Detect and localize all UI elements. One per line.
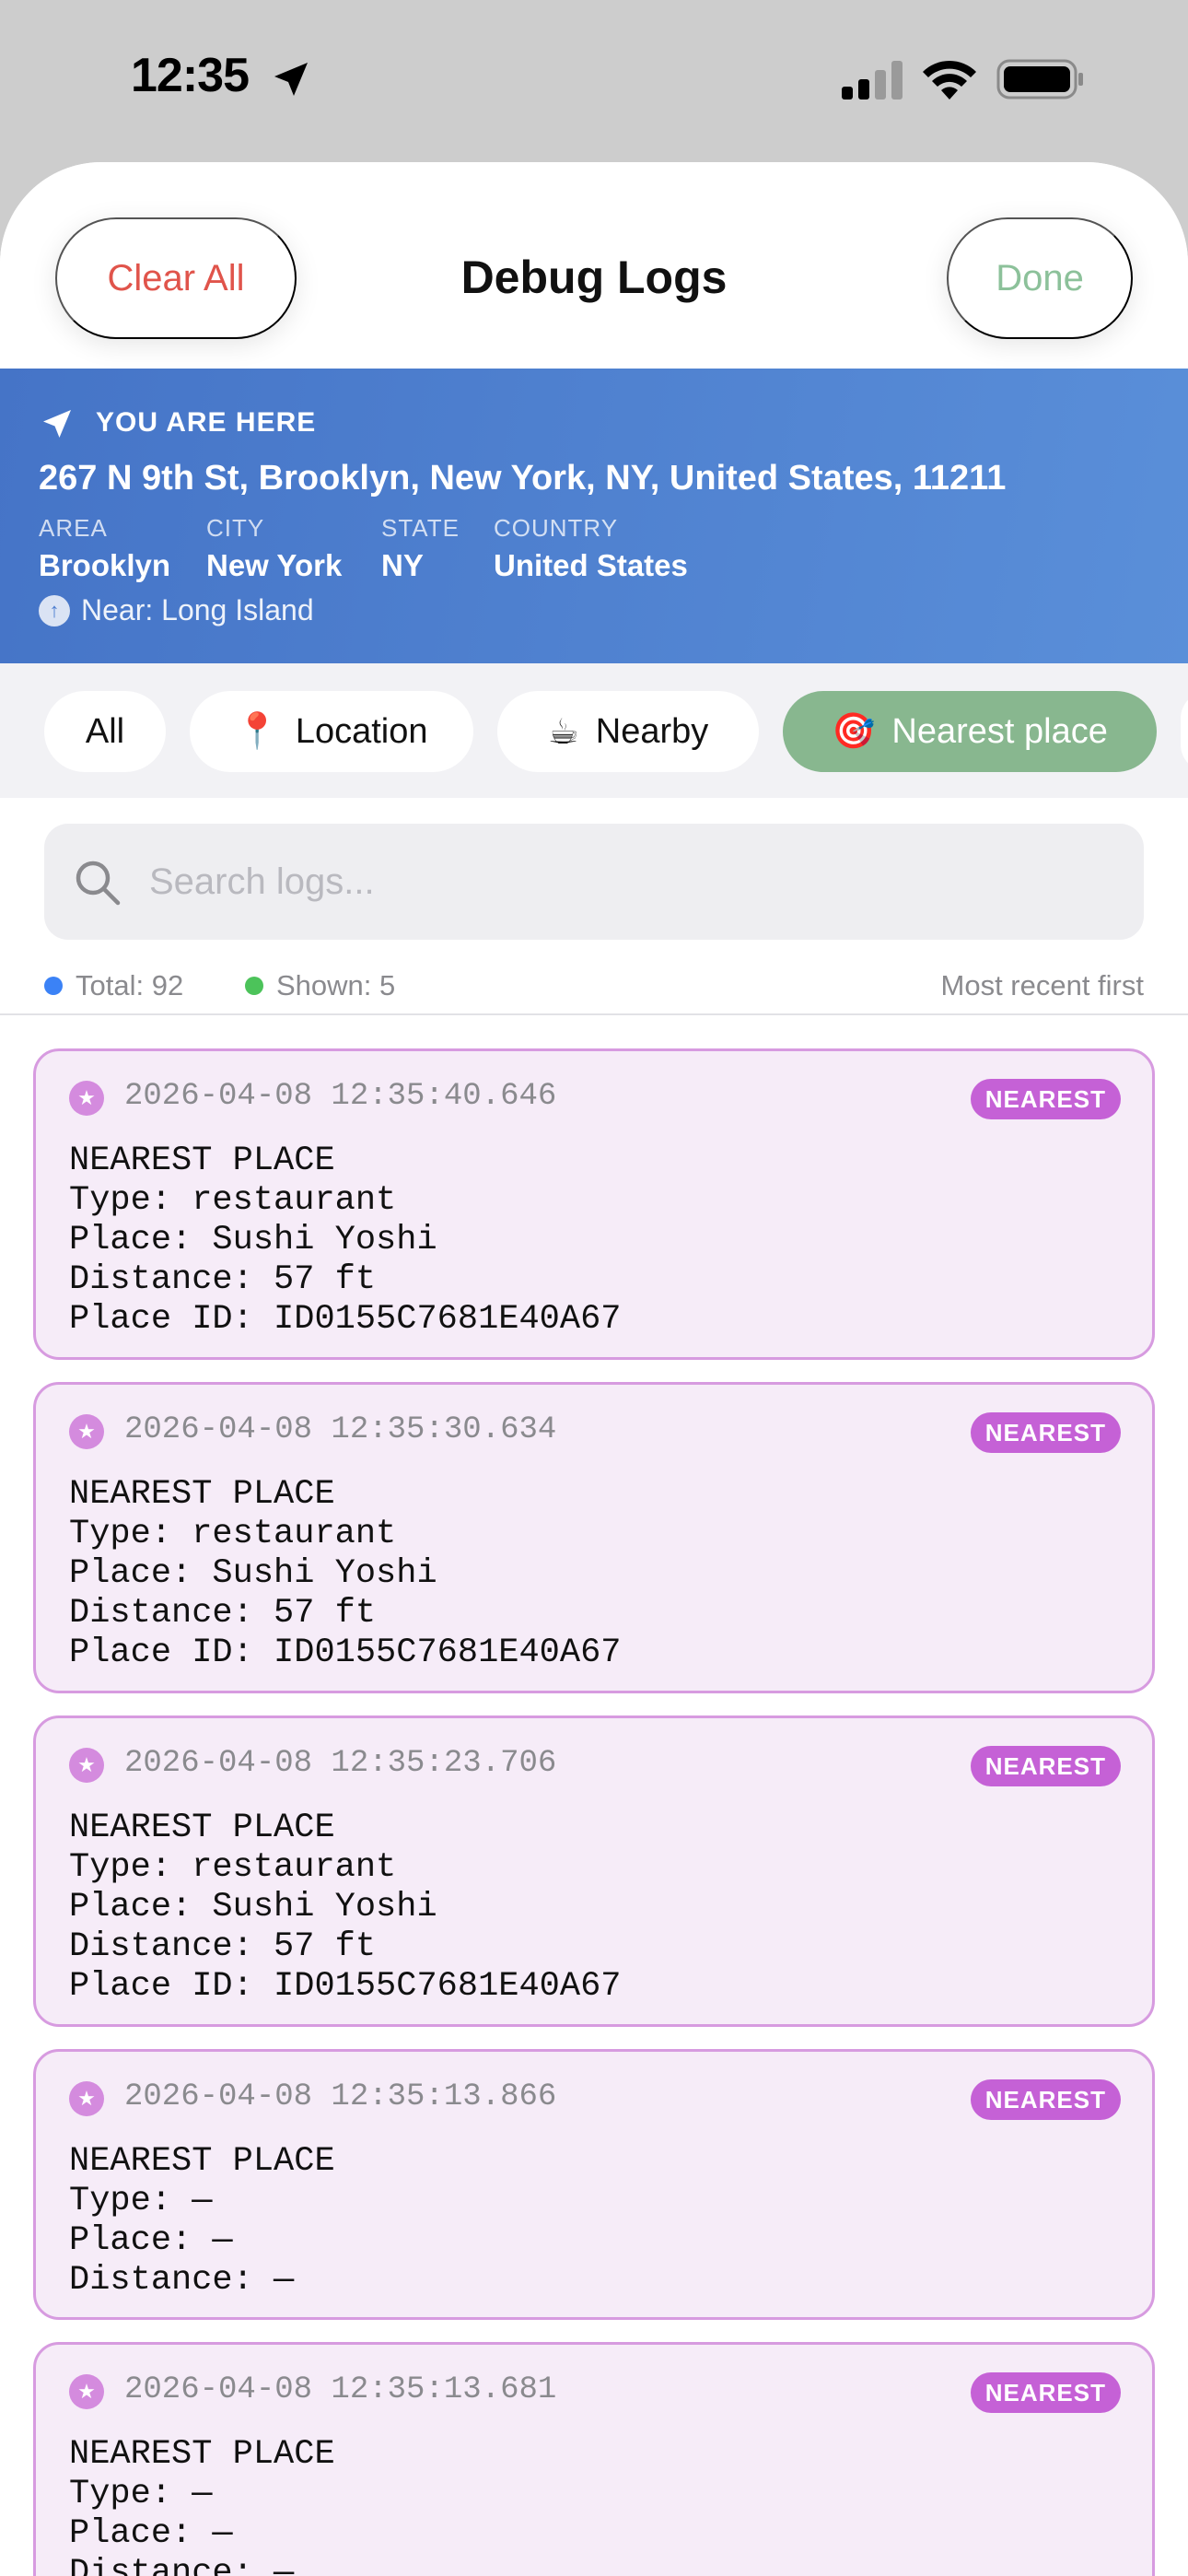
search-icon [76, 861, 121, 906]
log-entry[interactable]: ★ 2026-04-08 12:35:13.681 NEAREST NEARES… [33, 2342, 1155, 2576]
log-line: Distance: — [69, 2261, 295, 2300]
log-message: NEAREST PLACE Type: restaurant Place: Sush… [69, 1475, 622, 1673]
log-line: Distance: 57 ft [69, 1260, 377, 1299]
state-value: NY [381, 548, 424, 582]
total-dot-icon [44, 977, 63, 995]
log-line: Type: — [69, 2182, 213, 2220]
sheet-header: Clear All Debug Logs Done [0, 162, 1188, 369]
log-line: Type: restaurant [69, 1181, 397, 1220]
filter-chip-label: All [85, 711, 125, 751]
state-field: STATE NY [381, 514, 460, 583]
log-line: Type: restaurant [69, 1515, 397, 1553]
log-line: Distance: 57 ft [69, 1927, 377, 1966]
location-banner: YOU ARE HERE 267 N 9th St, Brooklyn, New… [0, 369, 1188, 663]
city-field: CITY New York [206, 514, 342, 583]
star-icon: ★ [69, 1414, 104, 1449]
log-line: Place: — [69, 2514, 233, 2553]
star-icon: ★ [69, 1081, 104, 1116]
log-line: Place ID: ID0155C7681E40A67 [69, 1633, 622, 1672]
search-input[interactable] [149, 824, 1116, 940]
filter-chip-all[interactable]: All [44, 691, 166, 772]
total-count: Total: 92 [76, 969, 184, 1001]
log-type-badge: NEAREST [970, 2372, 1121, 2413]
log-line: NEAREST PLACE [69, 1809, 335, 1847]
divider [0, 1013, 1188, 1015]
filter-chip-more[interactable] [1181, 691, 1188, 772]
log-timestamp: 2026-04-08 12:35:13.681 [124, 2372, 557, 2407]
city-key: CITY [206, 514, 265, 542]
shown-count: Shown: 5 [276, 969, 396, 1001]
search-field[interactable] [44, 824, 1144, 940]
filter-bar: All 📍 Location ☕ Nearby 🎯 Nearest place [0, 663, 1188, 798]
log-line: NEAREST PLACE [69, 2142, 335, 2181]
location-arrow-icon [43, 410, 71, 438]
star-icon: ★ [69, 1748, 104, 1783]
log-line: Place: — [69, 2221, 233, 2260]
country-value: United States [494, 548, 688, 582]
filter-chip-label: Location [295, 711, 428, 751]
log-line: Place: Sushi Yoshi [69, 1888, 437, 1926]
near-landmark: Near: Long Island [81, 593, 314, 626]
country-key: COUNTRY [494, 514, 619, 542]
filter-chip-nearby[interactable]: ☕ Nearby [497, 691, 759, 772]
log-message: NEAREST PLACE Type: restaurant Place: Sush… [69, 1809, 622, 2007]
log-type-badge: NEAREST [970, 2079, 1121, 2120]
battery-icon [996, 59, 1083, 100]
shown-dot-icon [245, 977, 263, 995]
log-timestamp: 2026-04-08 12:35:40.646 [124, 1079, 557, 1114]
debug-logs-sheet: Clear All Debug Logs Done YOU ARE HERE 2… [0, 162, 1188, 2576]
pin-icon: 📍 [235, 712, 279, 751]
log-line: Distance: 57 ft [69, 1594, 377, 1633]
log-entry[interactable]: ★ 2026-04-08 12:35:13.866 NEAREST NEARES… [33, 2049, 1155, 2320]
log-message: NEAREST PLACE Type: — Place: — Distance: — [69, 2142, 335, 2301]
you-are-here-label: YOU ARE HERE [96, 407, 317, 438]
target-icon: 🎯 [832, 712, 876, 751]
status-bar: 12:35 [0, 0, 1188, 157]
area-value: Brooklyn [39, 548, 171, 582]
info-icon: ↑ [39, 595, 70, 626]
star-icon: ★ [69, 2374, 104, 2409]
coffee-icon: ☕ [547, 712, 579, 752]
log-timestamp: 2026-04-08 12:35:23.706 [124, 1746, 557, 1781]
log-line: Distance: — [69, 2554, 295, 2576]
log-line: NEAREST PLACE [69, 1142, 335, 1180]
log-line: NEAREST PLACE [69, 2435, 335, 2474]
log-line: NEAREST PLACE [69, 1475, 335, 1514]
filter-chip-nearest-place[interactable]: 🎯 Nearest place [783, 691, 1157, 772]
sort-order-label: Most recent first [940, 969, 1145, 1001]
log-type-badge: NEAREST [970, 1746, 1121, 1786]
current-address: 267 N 9th St, Brooklyn, New York, NY, Un… [39, 459, 1007, 498]
location-arrow-icon [274, 63, 308, 96]
country-field: COUNTRY United States [494, 514, 688, 583]
log-timestamp: 2026-04-08 12:35:30.634 [124, 1412, 557, 1447]
log-line: Place ID: ID0155C7681E40A67 [69, 1967, 622, 2006]
filter-chip-location[interactable]: 📍 Location [190, 691, 473, 772]
state-key: STATE [381, 514, 460, 542]
star-icon: ★ [69, 2081, 104, 2116]
filter-chip-label: Nearby [595, 711, 709, 751]
area-field: AREA Brooklyn [39, 514, 170, 583]
log-entry[interactable]: ★ 2026-04-08 12:35:23.706 NEAREST NEARES… [33, 1715, 1155, 2027]
status-time: 12:35 [131, 49, 250, 102]
log-timestamp: 2026-04-08 12:35:13.866 [124, 2079, 557, 2114]
log-line: Place ID: ID0155C7681E40A67 [69, 1300, 622, 1339]
log-entry[interactable]: ★ 2026-04-08 12:35:30.634 NEAREST NEARES… [33, 1382, 1155, 1693]
wifi-icon [923, 60, 976, 100]
log-type-badge: NEAREST [970, 1079, 1121, 1119]
log-entry[interactable]: ★ 2026-04-08 12:35:40.646 NEAREST NEARES… [33, 1048, 1155, 1360]
done-button[interactable]: Done [947, 217, 1133, 339]
filter-chip-label: Nearest place [891, 711, 1108, 751]
log-message: NEAREST PLACE Type: restaurant Place: Sush… [69, 1142, 622, 1340]
log-line: Type: restaurant [69, 1848, 397, 1887]
log-line: Place: Sushi Yoshi [69, 1221, 437, 1259]
cellular-signal-icon [842, 61, 903, 100]
stats-row: Total: 92 Shown: 5 Most recent first [0, 962, 1188, 1017]
log-type-badge: NEAREST [970, 1412, 1121, 1453]
city-value: New York [206, 548, 343, 582]
log-message: NEAREST PLACE Type: — Place: — Distance: — [69, 2435, 335, 2576]
area-key: AREA [39, 514, 108, 542]
log-line: Type: — [69, 2475, 213, 2513]
log-line: Place: Sushi Yoshi [69, 1554, 437, 1593]
